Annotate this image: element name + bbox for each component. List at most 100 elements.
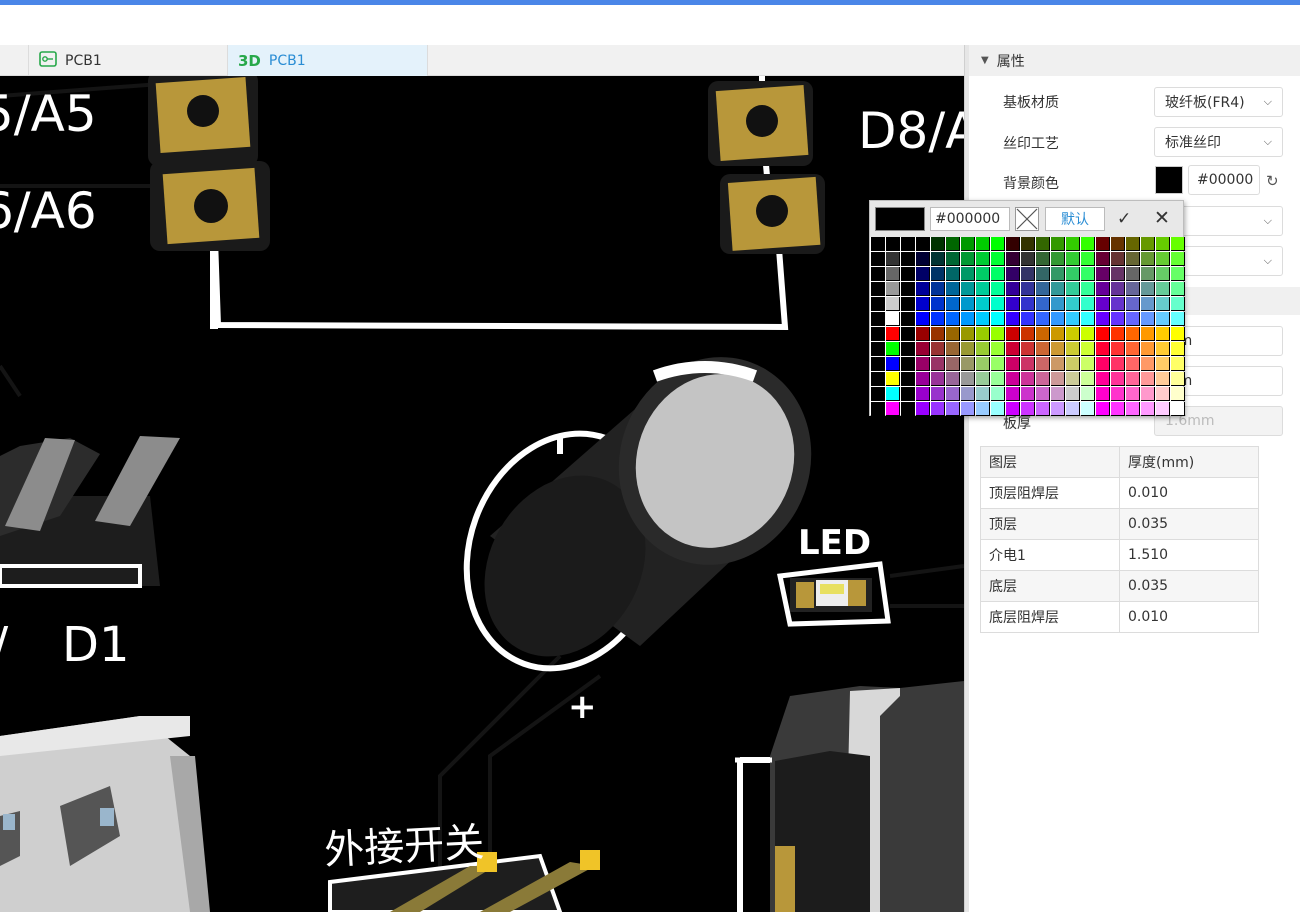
palette-swatch[interactable] xyxy=(961,237,975,251)
palette-swatch[interactable] xyxy=(946,387,960,401)
palette-swatch[interactable] xyxy=(1051,297,1065,311)
palette-swatch[interactable] xyxy=(886,357,900,371)
palette-swatch[interactable] xyxy=(931,237,945,251)
palette-swatch[interactable] xyxy=(916,282,930,296)
palette-swatch[interactable] xyxy=(1081,297,1095,311)
palette-swatch[interactable] xyxy=(1111,252,1125,266)
palette-swatch[interactable] xyxy=(976,282,990,296)
palette-swatch[interactable] xyxy=(1156,357,1170,371)
palette-swatch[interactable] xyxy=(886,342,900,356)
palette-swatch[interactable] xyxy=(1066,237,1080,251)
palette-swatch[interactable] xyxy=(991,267,1005,281)
palette-swatch[interactable] xyxy=(1126,327,1140,341)
palette-swatch[interactable] xyxy=(1096,282,1110,296)
palette-swatch[interactable] xyxy=(931,252,945,266)
substrate-select[interactable]: 玻纤板(FR4) ⌵ xyxy=(1154,87,1283,117)
properties-header[interactable]: ▼ 属性 xyxy=(969,45,1300,76)
palette-swatch[interactable] xyxy=(1066,387,1080,401)
palette-swatch[interactable] xyxy=(1171,372,1185,386)
palette-swatch[interactable] xyxy=(901,282,915,296)
bg-color-hex-input[interactable]: #00000 xyxy=(1188,165,1260,195)
palette-swatch[interactable] xyxy=(1066,327,1080,341)
palette-swatch[interactable] xyxy=(871,267,885,281)
palette-swatch[interactable] xyxy=(886,297,900,311)
palette-swatch[interactable] xyxy=(1141,402,1155,416)
palette-swatch[interactable] xyxy=(1126,252,1140,266)
palette-swatch[interactable] xyxy=(901,387,915,401)
palette-swatch[interactable] xyxy=(931,402,945,416)
palette-swatch[interactable] xyxy=(1051,312,1065,326)
palette-swatch[interactable] xyxy=(1006,297,1020,311)
palette-swatch[interactable] xyxy=(1126,297,1140,311)
palette-swatch[interactable] xyxy=(931,282,945,296)
palette-swatch[interactable] xyxy=(901,237,915,251)
palette-swatch[interactable] xyxy=(961,387,975,401)
palette-swatch[interactable] xyxy=(961,372,975,386)
palette-swatch[interactable] xyxy=(1036,357,1050,371)
palette-swatch[interactable] xyxy=(976,267,990,281)
palette-swatch[interactable] xyxy=(991,342,1005,356)
palette-swatch[interactable] xyxy=(1036,252,1050,266)
palette-swatch[interactable] xyxy=(931,327,945,341)
palette-swatch[interactable] xyxy=(1156,372,1170,386)
close-icon[interactable]: ✕ xyxy=(1154,207,1170,229)
palette-swatch[interactable] xyxy=(1081,402,1095,416)
palette-swatch[interactable] xyxy=(901,297,915,311)
palette-swatch[interactable] xyxy=(1156,297,1170,311)
palette-swatch[interactable] xyxy=(1081,327,1095,341)
palette-swatch[interactable] xyxy=(1096,387,1110,401)
default-color-button[interactable]: 默认 xyxy=(1045,207,1105,231)
palette-swatch[interactable] xyxy=(1156,252,1170,266)
palette-swatch[interactable] xyxy=(1036,237,1050,251)
palette-swatch[interactable] xyxy=(1111,237,1125,251)
palette-swatch[interactable] xyxy=(1021,282,1035,296)
palette-swatch[interactable] xyxy=(961,267,975,281)
palette-swatch[interactable] xyxy=(1081,237,1095,251)
palette-swatch[interactable] xyxy=(1171,237,1185,251)
palette-swatch[interactable] xyxy=(946,312,960,326)
palette-swatch[interactable] xyxy=(871,372,885,386)
palette-swatch[interactable] xyxy=(1051,387,1065,401)
palette-swatch[interactable] xyxy=(1111,387,1125,401)
palette-swatch[interactable] xyxy=(886,237,900,251)
confirm-check-icon[interactable]: ✓ xyxy=(1117,209,1131,229)
palette-swatch[interactable] xyxy=(1006,387,1020,401)
palette-swatch[interactable] xyxy=(1156,237,1170,251)
palette-swatch[interactable] xyxy=(901,252,915,266)
palette-swatch[interactable] xyxy=(916,237,930,251)
palette-swatch[interactable] xyxy=(901,342,915,356)
palette-swatch[interactable] xyxy=(1156,267,1170,281)
palette-swatch[interactable] xyxy=(991,282,1005,296)
palette-swatch[interactable] xyxy=(931,357,945,371)
palette-swatch[interactable] xyxy=(1021,357,1035,371)
palette-swatch[interactable] xyxy=(886,402,900,416)
palette-swatch[interactable] xyxy=(1171,327,1185,341)
palette-swatch[interactable] xyxy=(1081,312,1095,326)
palette-swatch[interactable] xyxy=(1126,387,1140,401)
palette-swatch[interactable] xyxy=(1111,342,1125,356)
palette-swatch[interactable] xyxy=(946,342,960,356)
palette-swatch[interactable] xyxy=(1081,372,1095,386)
palette-swatch[interactable] xyxy=(1021,327,1035,341)
palette-swatch[interactable] xyxy=(1036,402,1050,416)
palette-swatch[interactable] xyxy=(1096,357,1110,371)
bg-color-swatch[interactable] xyxy=(1155,166,1183,194)
palette-swatch[interactable] xyxy=(976,372,990,386)
palette-swatch[interactable] xyxy=(1126,267,1140,281)
palette-swatch[interactable] xyxy=(1081,267,1095,281)
palette-swatch[interactable] xyxy=(1006,402,1020,416)
palette-swatch[interactable] xyxy=(961,342,975,356)
palette-swatch[interactable] xyxy=(961,327,975,341)
palette-swatch[interactable] xyxy=(1111,312,1125,326)
palette-swatch[interactable] xyxy=(1051,252,1065,266)
palette-swatch[interactable] xyxy=(976,357,990,371)
palette-swatch[interactable] xyxy=(931,342,945,356)
palette-swatch[interactable] xyxy=(1141,387,1155,401)
palette-swatch[interactable] xyxy=(1111,297,1125,311)
palette-swatch[interactable] xyxy=(946,402,960,416)
palette-swatch[interactable] xyxy=(916,267,930,281)
reset-icon[interactable]: ↻ xyxy=(1266,172,1279,190)
palette-swatch[interactable] xyxy=(871,387,885,401)
palette-swatch[interactable] xyxy=(946,327,960,341)
palette-swatch[interactable] xyxy=(1126,372,1140,386)
